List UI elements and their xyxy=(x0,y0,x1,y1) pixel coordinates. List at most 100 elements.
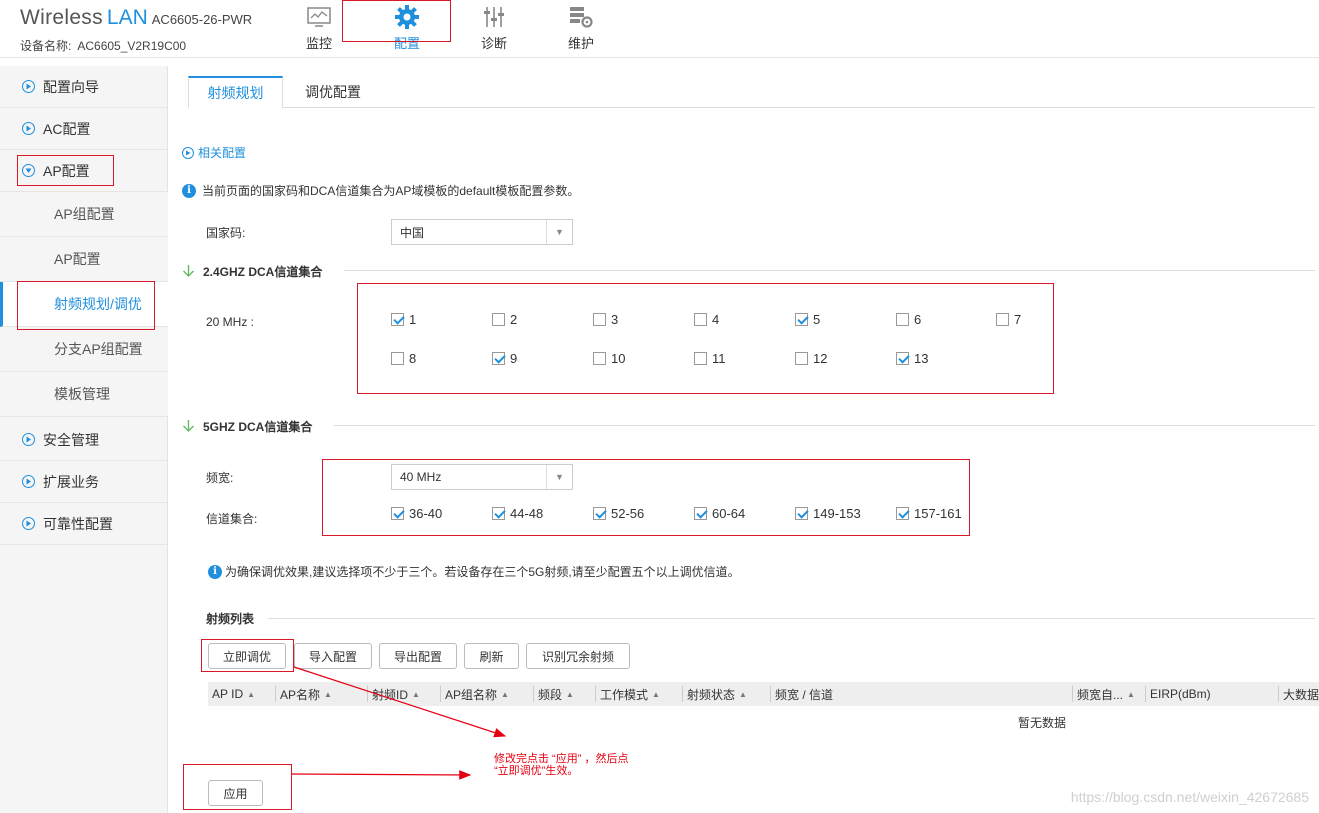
sidebar-item-label: AC配置 xyxy=(43,120,91,137)
table-column-header[interactable]: 频段 ▲ xyxy=(533,682,574,706)
highlight-box-apply xyxy=(183,764,292,810)
column-separator xyxy=(367,686,368,702)
tip-message: i 为确保调优效果,建议选择项不少于三个。若设备存在三个5G射频,请至少配置五个… xyxy=(208,563,740,580)
section-5ghz-header[interactable]: 5GHZ DCA信道集合 xyxy=(182,418,312,435)
country-code-select[interactable]: 中国 ▼ xyxy=(391,219,573,245)
export-config-button[interactable]: 导出配置 xyxy=(379,643,457,669)
sidebar-item-ac-config[interactable]: AC配置 xyxy=(0,108,168,150)
sidebar-subitem-label: AP配置 xyxy=(54,251,101,267)
sort-arrow-icon[interactable]: ▲ xyxy=(247,690,255,699)
info-message-text: 当前页面的国家码和DCA信道集合为AP域模板的default模板配置参数。 xyxy=(202,184,580,198)
sidebar-item-label: 扩展业务 xyxy=(43,473,99,490)
tab-label: 射频规划 xyxy=(207,84,264,101)
import-config-button[interactable]: 导入配置 xyxy=(294,643,372,669)
highlight-box-24ghz-channels xyxy=(357,283,1054,394)
column-header-label: AP名称 xyxy=(280,687,321,702)
related-config-link[interactable]: 相关配置 xyxy=(182,144,246,161)
highlight-box-config-nav xyxy=(342,0,451,42)
info-icon: i xyxy=(208,564,222,579)
sort-arrow-icon[interactable]: ▲ xyxy=(501,690,509,699)
bandwidth-label: 频宽: xyxy=(206,471,234,485)
section-divider xyxy=(334,425,1315,426)
sort-arrow-icon[interactable]: ▲ xyxy=(652,690,660,699)
column-header-label: AP ID xyxy=(212,687,244,701)
highlight-box-ap-config xyxy=(17,155,114,186)
refresh-button[interactable]: 刷新 xyxy=(464,643,519,669)
column-separator xyxy=(1278,686,1279,702)
sidebar-subitem-label: 分支AP组配置 xyxy=(54,341,143,357)
tab-radio-planning[interactable]: 射频规划 xyxy=(188,76,283,108)
table-column-header[interactable]: 频宽自... ▲ xyxy=(1072,682,1135,706)
table-column-header[interactable]: 射频ID ▲ xyxy=(367,682,420,706)
sort-arrow-icon[interactable]: ▲ xyxy=(566,690,574,699)
top-header: Wireless LAN AC6605-26-PWR 设备名称: AC6605_V2R… xyxy=(0,0,1319,58)
column-header-label: 射频状态 xyxy=(687,687,736,702)
radio-table-header: AP ID ▲ AP名称 ▲ 射频ID ▲ AP组名称 ▲ 频段 ▲ 工作模式 ▲ 射频状态 ▲ 频宽 / … xyxy=(208,682,1319,706)
collapse-down-arrow-icon xyxy=(182,419,195,435)
section-divider xyxy=(268,618,1315,619)
tab-tuning-config[interactable]: 调优配置 xyxy=(288,76,378,108)
sidebar-item-security[interactable]: 安全管理 xyxy=(0,419,168,461)
nav-maintain-label: 维护 xyxy=(567,36,594,51)
column-separator xyxy=(1145,686,1146,702)
button-label: 导入配置 xyxy=(308,649,357,664)
tab-bar: 射频规划 调优配置 xyxy=(188,76,1315,108)
column-header-label: 频段 xyxy=(538,687,563,702)
sidebar-item-config-wizard[interactable]: 配置向导 xyxy=(0,66,168,108)
country-code-value: 中国 xyxy=(400,225,425,240)
sliders-icon xyxy=(459,3,529,31)
section-divider xyxy=(344,270,1315,271)
table-column-header[interactable]: 频宽 / 信道 xyxy=(770,682,834,706)
sidebar-subitem-branch-ap-group[interactable]: 分支AP组配置 xyxy=(0,327,168,372)
dropdown-arrow-icon: ▼ xyxy=(546,220,572,244)
table-column-header[interactable]: AP组名称 ▲ xyxy=(440,682,509,706)
sort-arrow-icon[interactable]: ▲ xyxy=(1127,690,1135,699)
info-icon: i xyxy=(182,183,196,198)
column-separator xyxy=(770,686,771,702)
column-separator xyxy=(440,686,441,702)
sort-arrow-icon[interactable]: ▲ xyxy=(412,690,420,699)
nav-diagnose[interactable]: 诊断 xyxy=(459,0,529,58)
main-content: 射频规划 调优配置 相关配置 i 当前页面的国家码和DCA信道集合为AP域模板的… xyxy=(168,66,1319,813)
mhz20-label: 20 MHz : xyxy=(206,315,255,329)
column-separator xyxy=(682,686,683,702)
tab-label: 调优配置 xyxy=(305,84,361,100)
section-24ghz-header[interactable]: 2.4GHZ DCA信道集合 xyxy=(182,263,322,280)
country-code-label: 国家码: xyxy=(206,226,246,240)
annotation-line: “立即调优”生效。 xyxy=(494,765,579,777)
table-column-header[interactable]: AP名称 ▲ xyxy=(275,682,332,706)
column-separator xyxy=(275,686,276,702)
sort-arrow-icon[interactable]: ▲ xyxy=(324,690,332,699)
table-column-header[interactable]: EIRP(dBm) xyxy=(1145,682,1211,706)
identify-redundant-radio-button[interactable]: 识别冗余射频 xyxy=(526,643,630,669)
nav-maintain[interactable]: 维护 xyxy=(546,0,616,58)
expand-arrow-icon xyxy=(22,80,35,93)
device-model: AC6605-26-PWR xyxy=(151,12,253,27)
sidebar-subitem-label: 模板管理 xyxy=(54,386,110,402)
sort-arrow-icon[interactable]: ▲ xyxy=(739,690,747,699)
column-header-label: 频宽 / 信道 xyxy=(775,687,834,702)
sidebar-subitem-ap-group-config[interactable]: AP组配置 xyxy=(0,192,168,237)
expand-arrow-icon xyxy=(22,122,35,135)
sidebar-subitem-ap-config[interactable]: AP配置 xyxy=(0,237,168,282)
related-config-label: 相关配置 xyxy=(198,146,247,160)
sidebar-item-extended-services[interactable]: 扩展业务 xyxy=(0,461,168,503)
column-header-label: 大数据 xyxy=(1283,687,1319,702)
watermark: https://blog.csdn.net/weixin_42672685 xyxy=(1070,789,1309,805)
column-separator xyxy=(595,686,596,702)
section-24ghz-title: 2.4GHZ DCA信道集合 xyxy=(203,265,323,279)
maintenance-icon xyxy=(546,3,616,31)
table-column-header[interactable]: 射频状态 ▲ xyxy=(682,682,747,706)
sidebar-item-label: 配置向导 xyxy=(43,78,99,95)
expand-arrow-icon xyxy=(22,475,35,488)
column-header-label: 工作模式 xyxy=(600,687,649,702)
sidebar-item-reliability[interactable]: 可靠性配置 xyxy=(0,503,168,545)
info-message: i 当前页面的国家码和DCA信道集合为AP域模板的default模板配置参数。 xyxy=(182,182,579,199)
table-column-header[interactable]: 工作模式 ▲ xyxy=(595,682,660,706)
device-name-value: AC6605_V2R19C00 xyxy=(77,39,187,53)
table-column-header[interactable]: 大数据 xyxy=(1278,682,1319,706)
table-column-header[interactable]: AP ID ▲ xyxy=(212,682,255,706)
sidebar-subitem-template-mgmt[interactable]: 模板管理 xyxy=(0,372,168,417)
column-header-label: EIRP(dBm) xyxy=(1150,687,1211,701)
device-name-label: 设备名称: xyxy=(20,39,72,53)
